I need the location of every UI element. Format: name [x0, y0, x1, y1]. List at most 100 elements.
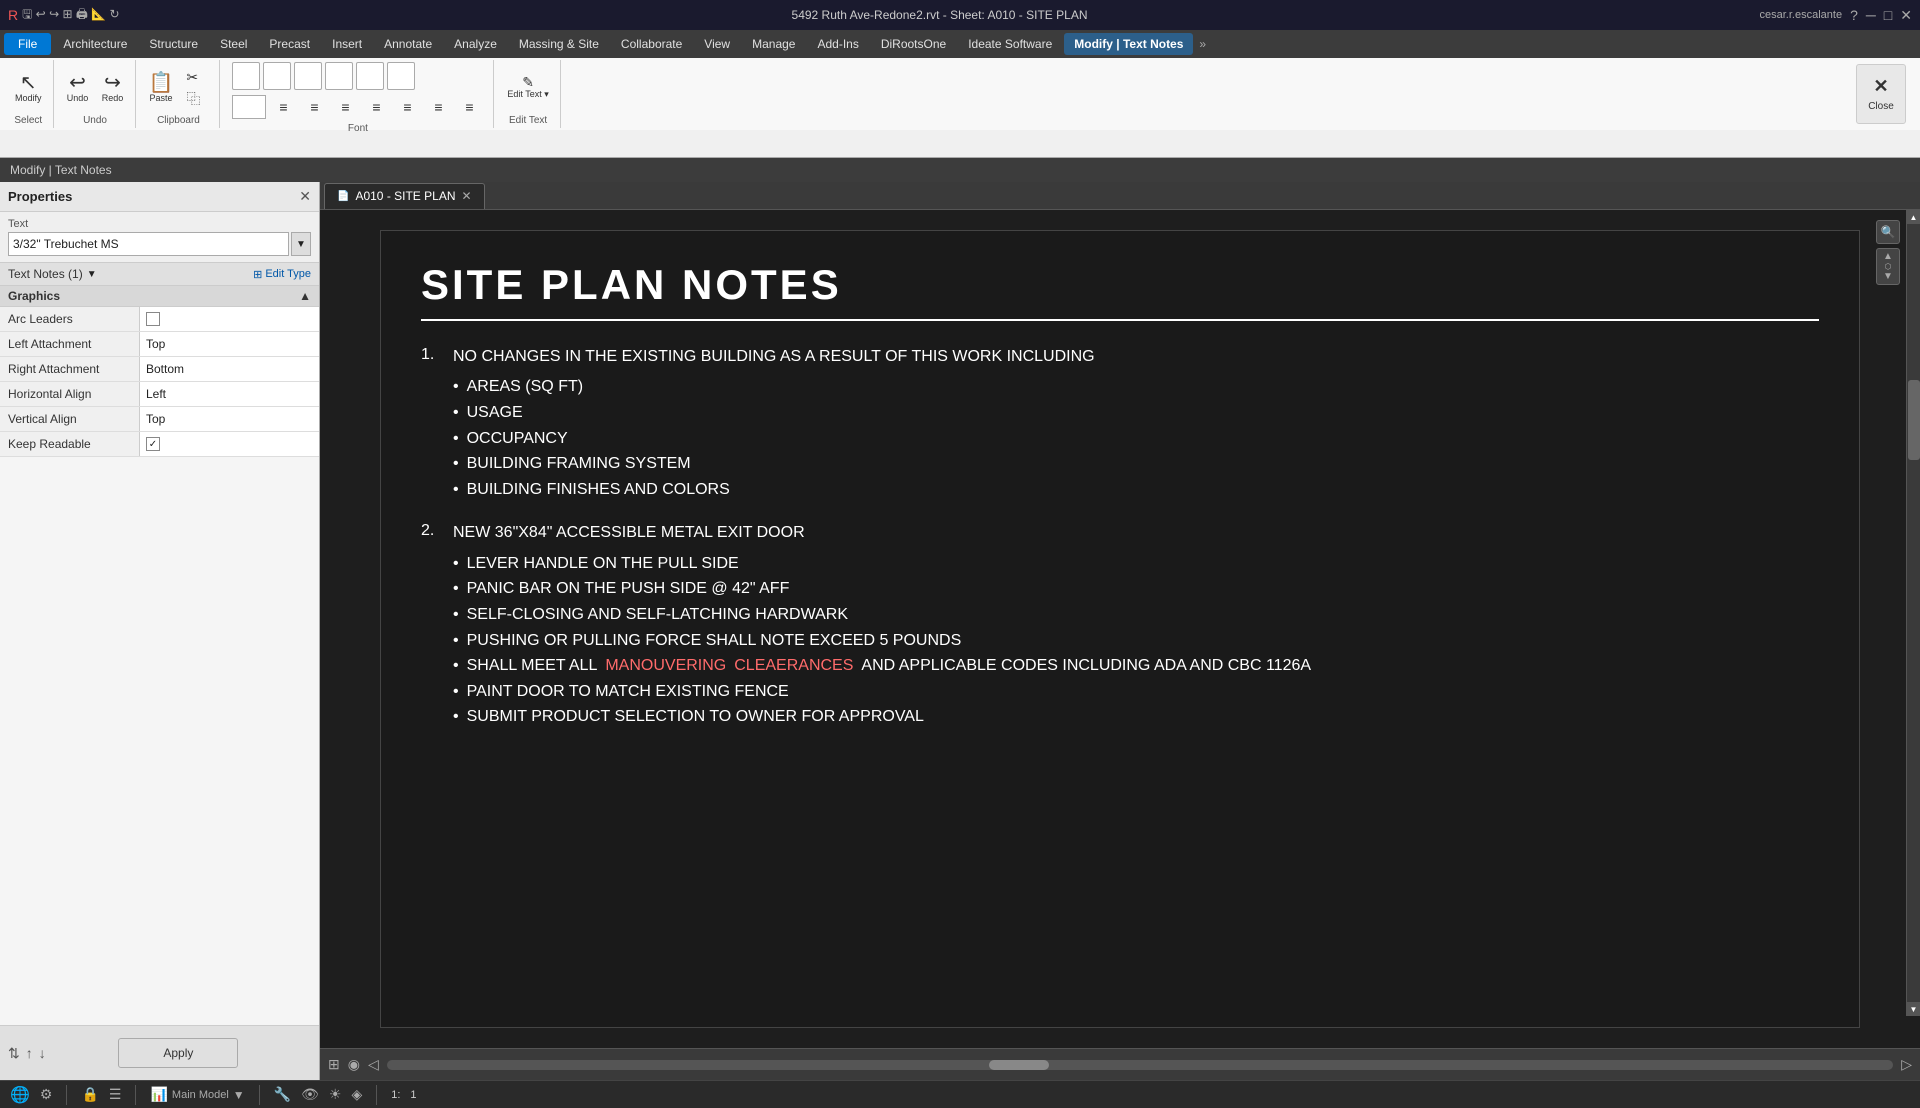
prop-value-rightattach[interactable]: Bottom — [140, 357, 319, 381]
list-btn1[interactable]: ≡ — [269, 93, 297, 121]
bottom-scrollbar[interactable] — [387, 1060, 1893, 1070]
subscript-btn[interactable]: X₂ — [325, 62, 353, 90]
select-label: Select — [10, 113, 47, 126]
ribbon-content: ↖ Modify Select ↩ Undo ↪ Redo Undo — [0, 58, 1920, 130]
underline-btn[interactable]: U — [294, 62, 322, 90]
maximize-btn[interactable]: □ — [1884, 7, 1892, 23]
menu-analyze[interactable]: Analyze — [444, 33, 507, 55]
menu-structure[interactable]: Structure — [139, 33, 208, 55]
minimize-btn[interactable]: ─ — [1866, 7, 1876, 23]
scroll-down-btn[interactable]: ▼ — [1907, 1002, 1920, 1016]
sort-asc-icon[interactable]: ↑ — [26, 1045, 33, 1061]
list-btn3[interactable]: ≡ — [331, 93, 359, 121]
clipboard-label: Clipboard — [144, 113, 214, 126]
type-dropdown-btn[interactable]: ▼ — [291, 232, 311, 256]
superscript-btn[interactable]: X² — [356, 62, 384, 90]
edit-type-btn[interactable]: ⊞ Edit Type — [253, 268, 311, 281]
menu-view[interactable]: View — [694, 33, 740, 55]
bottom-scroll-thumb[interactable] — [989, 1060, 1049, 1070]
graphics-section-header[interactable]: Graphics ▲ — [0, 286, 319, 307]
prop-value-keepreadable[interactable]: ✓ — [140, 432, 319, 456]
scroll-up-btn[interactable]: ▲ — [1907, 210, 1920, 224]
scroll-thumb-right[interactable] — [1908, 380, 1920, 460]
keepreadable-checkbox[interactable]: ✓ — [146, 437, 160, 451]
view-nav-btn[interactable]: ▲ ⬡ ▼ — [1876, 248, 1900, 285]
user-label: cesar.r.escalante — [1760, 9, 1843, 21]
menu-massing[interactable]: Massing & Site — [509, 33, 609, 55]
help-icon[interactable]: ? — [1850, 7, 1858, 23]
menu-insert[interactable]: Insert — [322, 33, 372, 55]
redo-btn[interactable]: ↪ Redo — [97, 70, 129, 106]
edit-text-btn[interactable]: ✎ Edit Text ▾ — [502, 72, 553, 103]
view-scale-icon[interactable]: ◉ — [348, 1056, 360, 1073]
prop-value-arcleaders[interactable] — [140, 307, 319, 331]
sub-item: SUBMIT PRODUCT SELECTION TO OWNER FOR AP… — [453, 704, 1311, 730]
status-icon-render[interactable]: ◈ — [351, 1086, 362, 1103]
tab-close-btn[interactable]: ✕ — [462, 189, 472, 203]
bold-btn[interactable]: B — [232, 62, 260, 90]
ribbon-group-select: ↖ Modify Select — [4, 60, 54, 128]
prop-value-horizalign[interactable]: Left — [140, 382, 319, 406]
menu-ideate[interactable]: Ideate Software — [958, 33, 1062, 55]
sort-desc-icon[interactable]: ↓ — [39, 1045, 46, 1061]
menu-modify-textnotes[interactable]: Modify | Text Notes — [1064, 33, 1193, 55]
menu-architecture[interactable]: Architecture — [53, 33, 137, 55]
model-selector[interactable]: 📊 Main Model ▼ — [150, 1086, 244, 1103]
sub-item: BUILDING FRAMING SYSTEM — [453, 451, 1095, 477]
status-icon-eye[interactable]: 👁 — [301, 1086, 319, 1103]
align-left-btn[interactable]: ≡ — [393, 93, 421, 121]
undo-btn[interactable]: ↩ Undo — [62, 70, 94, 106]
prop-row-rightattach: Right Attachment Bottom — [0, 357, 319, 382]
canvas-content: SITE PLAN NOTES 1. NO CHANGES IN THE EXI… — [380, 230, 1860, 1028]
nav-left-icon[interactable]: ◁ — [368, 1056, 379, 1073]
none-btn[interactable]: None — [232, 95, 266, 119]
menu-annotate[interactable]: Annotate — [374, 33, 442, 55]
menu-file[interactable]: File — [4, 33, 51, 55]
ribbon-expand-icon[interactable]: » — [1199, 37, 1206, 51]
status-icon-lock[interactable]: 🔒 — [81, 1086, 98, 1103]
type-value[interactable]: 3/32" Trebuchet MS — [8, 232, 289, 256]
sort-alpha-icon[interactable]: ⇅ — [8, 1045, 20, 1062]
panel-close-btn[interactable]: ✕ — [299, 188, 311, 205]
font-label: Font — [232, 121, 483, 134]
align-center-btn[interactable]: ≡ — [424, 93, 452, 121]
view-properties-icon[interactable]: ⊞ — [328, 1056, 340, 1073]
status-icon-filter[interactable]: ☰ — [109, 1086, 122, 1103]
close-btn[interactable]: ✕ — [1900, 7, 1912, 24]
menu-steel[interactable]: Steel — [210, 33, 257, 55]
view-search-btn[interactable]: 🔍 — [1876, 220, 1900, 244]
case-btn[interactable]: aA — [387, 62, 415, 90]
italic-btn[interactable]: I — [263, 62, 291, 90]
sub-item: AREAS (SQ FT) — [453, 374, 1095, 400]
list-btn2[interactable]: ≡ — [300, 93, 328, 121]
close-ribbon-btn[interactable]: ✕ Close — [1856, 64, 1906, 124]
canvas-tab-siteplan[interactable]: 📄 A010 - SITE PLAN ✕ — [324, 183, 485, 209]
drawing-canvas[interactable]: SITE PLAN NOTES 1. NO CHANGES IN THE EXI… — [320, 210, 1920, 1048]
section-collapse-icon: ▲ — [299, 289, 311, 303]
list-btn4[interactable]: ≡ — [362, 93, 390, 121]
cut-icon: ✂ — [186, 70, 198, 84]
apply-button[interactable]: Apply — [118, 1038, 238, 1068]
menu-addins[interactable]: Add-Ins — [807, 33, 868, 55]
arcleaders-checkbox[interactable] — [146, 312, 160, 326]
prop-value-leftattach[interactable]: Top — [140, 332, 319, 356]
menu-manage[interactable]: Manage — [742, 33, 805, 55]
modify-btn[interactable]: ↖ Modify — [10, 70, 47, 106]
ribbon: ↖ Modify Select ↩ Undo ↪ Redo Undo — [0, 58, 1920, 158]
menu-collaborate[interactable]: Collaborate — [611, 33, 692, 55]
menu-diroots[interactable]: DiRootsOne — [871, 33, 956, 55]
status-icon-sun[interactable]: ☀ — [329, 1086, 342, 1103]
note-text-1: NO CHANGES IN THE EXISTING BUILDING AS A… — [453, 348, 1095, 365]
paste-btn[interactable]: 📋 Paste — [144, 70, 179, 106]
sub-item: SELF-CLOSING AND SELF-LATCHING HARDWARK — [453, 602, 1311, 628]
cut-btn[interactable]: ✂ — [181, 67, 213, 87]
nav-right-icon[interactable]: ▷ — [1901, 1056, 1912, 1073]
prop-value-vertalign[interactable]: Top — [140, 407, 319, 431]
instance-dropdown-icon[interactable]: ▼ — [87, 269, 97, 280]
ribbon-group-undo: ↩ Undo ↪ Redo Undo — [56, 60, 136, 128]
copy-btn[interactable]: ⿻ — [181, 89, 213, 109]
menu-precast[interactable]: Precast — [259, 33, 320, 55]
status-icon-tools[interactable]: 🔧 — [274, 1086, 291, 1103]
align-right-btn[interactable]: ≡ — [455, 93, 483, 121]
panel-header: Properties ✕ — [0, 182, 319, 212]
